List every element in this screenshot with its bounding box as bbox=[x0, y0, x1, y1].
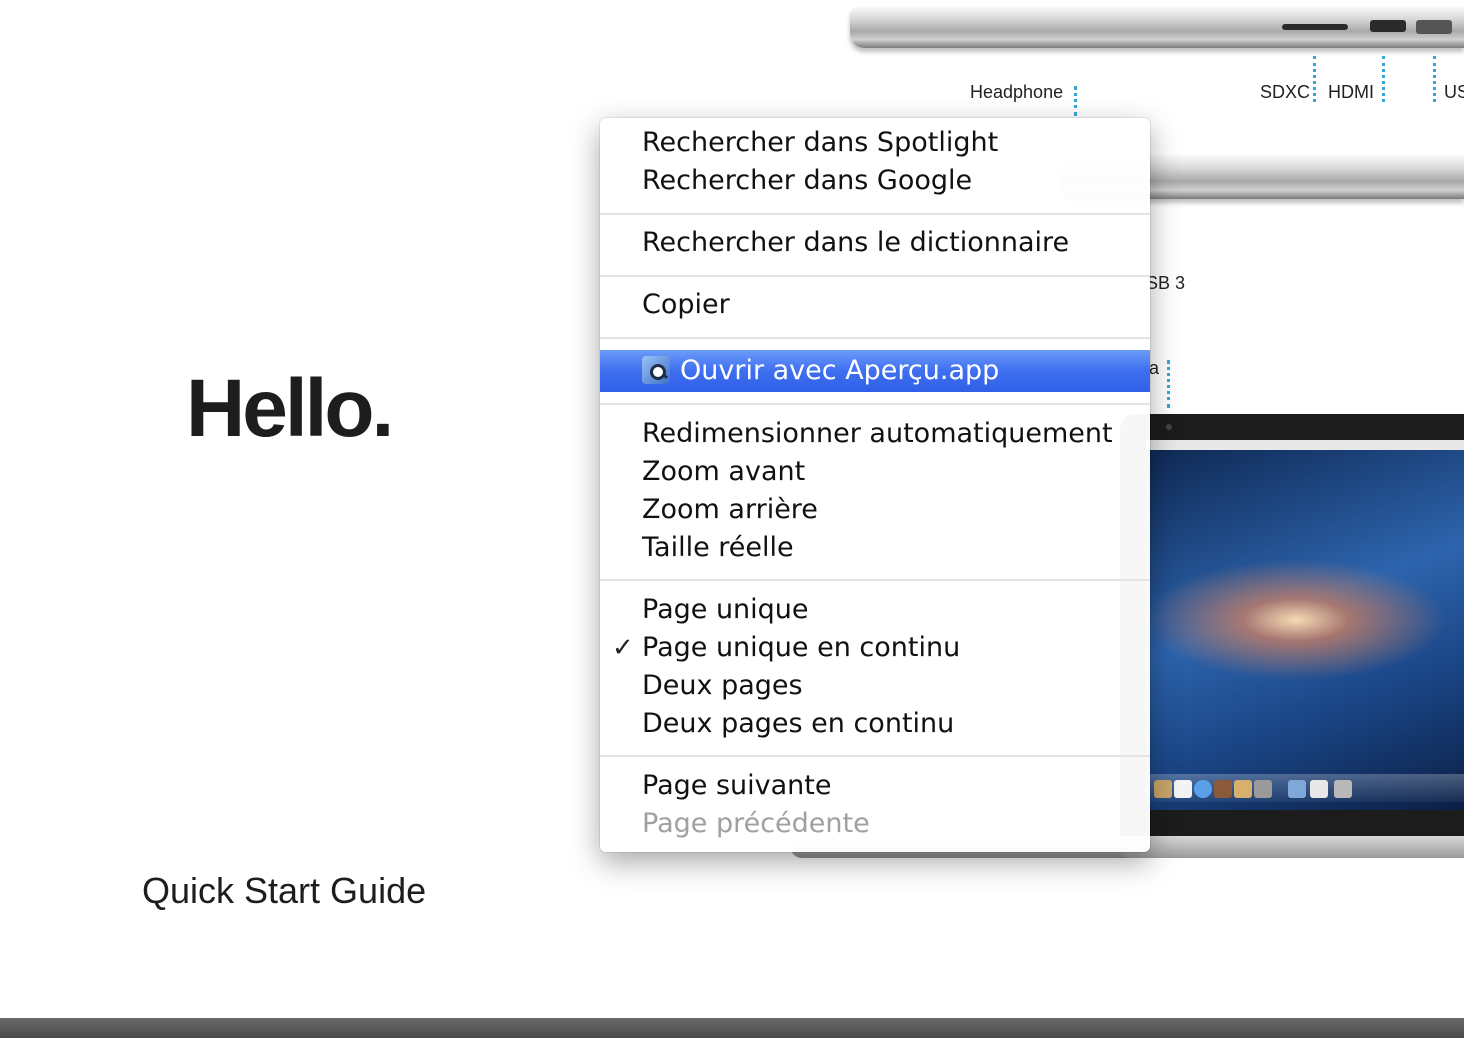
dock-app-icon bbox=[1214, 780, 1232, 798]
usb-port bbox=[1416, 20, 1452, 34]
menu-item-label: Rechercher dans le dictionnaire bbox=[642, 227, 1070, 258]
menu-item-label: Zoom avant bbox=[642, 456, 806, 487]
hdmi-port bbox=[1370, 20, 1406, 32]
partial-label: a bbox=[1149, 358, 1160, 378]
dock-app-icon bbox=[1154, 780, 1172, 798]
mini-menubar bbox=[1146, 440, 1464, 450]
context-menu: Rechercher dans Spotlight Rechercher dan… bbox=[600, 118, 1150, 852]
window-bottom-bar bbox=[0, 1018, 1464, 1038]
laptop-screen-wallpaper bbox=[1146, 440, 1464, 810]
menu-item-label: Deux pages bbox=[642, 670, 803, 701]
menu-item-zoom-out[interactable]: Zoom arrière bbox=[600, 491, 1150, 529]
sdxc-port bbox=[1282, 24, 1348, 30]
menu-item-actual-size[interactable]: Taille réelle bbox=[600, 529, 1150, 567]
page-subtitle: Quick Start Guide bbox=[142, 870, 427, 911]
menu-item-single-page[interactable]: Page unique bbox=[600, 591, 1150, 629]
sdxc-leader-line bbox=[1313, 56, 1316, 102]
folder-icon bbox=[1288, 780, 1306, 798]
menu-item-zoom-in[interactable]: Zoom avant bbox=[600, 453, 1150, 491]
hdmi-label: HDMI bbox=[1328, 82, 1374, 102]
usb-label: US bbox=[1444, 82, 1464, 102]
menu-item-label: Zoom arrière bbox=[642, 494, 818, 525]
menu-separator bbox=[600, 337, 1150, 339]
menu-item-label: Ouvrir avec Aperçu.app bbox=[680, 355, 1000, 386]
sdxc-label: SDXC bbox=[1260, 82, 1311, 102]
menu-item-label: Deux pages en continu bbox=[642, 708, 955, 739]
checkmark-icon: ✓ bbox=[612, 633, 634, 663]
menu-separator bbox=[600, 755, 1150, 757]
menu-separator bbox=[600, 403, 1150, 405]
menu-separator bbox=[600, 213, 1150, 215]
hdmi-leader-line bbox=[1382, 56, 1385, 102]
menu-item-search-spotlight[interactable]: Rechercher dans Spotlight bbox=[600, 124, 1150, 162]
menu-separator bbox=[600, 579, 1150, 581]
menu-item-two-pages[interactable]: Deux pages bbox=[600, 667, 1150, 705]
dock-app-icon bbox=[1234, 780, 1252, 798]
menu-item-label: Page unique bbox=[642, 594, 809, 625]
document-icon bbox=[1310, 780, 1328, 798]
menu-item-search-dictionary[interactable]: Rechercher dans le dictionnaire bbox=[600, 224, 1150, 262]
menu-separator bbox=[600, 275, 1150, 277]
menu-item-two-pages-continuous[interactable]: Deux pages en continu bbox=[600, 705, 1150, 743]
menu-item-label: Redimensionner automatiquement bbox=[642, 418, 1113, 449]
page-title: Hello. bbox=[186, 363, 394, 454]
camera-icon bbox=[1166, 424, 1172, 430]
usb3-label: SB 3 bbox=[1146, 273, 1186, 293]
settings-icon bbox=[1254, 780, 1272, 798]
menu-item-previous-page: Page précédente bbox=[600, 805, 1150, 843]
menu-item-auto-resize[interactable]: Redimensionner automatiquement bbox=[600, 415, 1150, 453]
laptop-side-profile-image bbox=[850, 6, 1464, 48]
headphone-label: Headphone bbox=[970, 82, 1064, 102]
menu-item-single-page-continuous[interactable]: ✓ Page unique en continu bbox=[600, 629, 1150, 667]
galaxy-wallpaper bbox=[1146, 440, 1464, 810]
laptop-base bbox=[1120, 836, 1464, 858]
mini-dock bbox=[1146, 774, 1464, 802]
camera-leader-line bbox=[1167, 360, 1170, 408]
menu-item-label: Taille réelle bbox=[642, 532, 794, 563]
menu-item-label: Page unique en continu bbox=[642, 632, 961, 663]
menu-item-next-page[interactable]: Page suivante bbox=[600, 767, 1150, 805]
menu-item-label: Page suivante bbox=[642, 770, 832, 801]
calendar-icon bbox=[1174, 780, 1192, 798]
itunes-icon bbox=[1194, 780, 1212, 798]
usb-leader-line bbox=[1433, 56, 1436, 102]
headphone-leader-line bbox=[1074, 86, 1077, 116]
menu-item-search-google[interactable]: Rechercher dans Google bbox=[600, 162, 1150, 200]
menu-item-copy[interactable]: Copier bbox=[600, 286, 1150, 324]
menu-item-label: Copier bbox=[642, 289, 730, 320]
menu-item-open-with-preview[interactable]: Ouvrir avec Aperçu.app bbox=[600, 350, 1150, 392]
menu-item-label: Page précédente bbox=[642, 808, 870, 839]
preview-app-icon bbox=[642, 356, 670, 384]
trash-icon bbox=[1334, 780, 1352, 798]
menu-item-label: Rechercher dans Spotlight bbox=[642, 127, 999, 158]
menu-item-label: Rechercher dans Google bbox=[642, 165, 973, 196]
